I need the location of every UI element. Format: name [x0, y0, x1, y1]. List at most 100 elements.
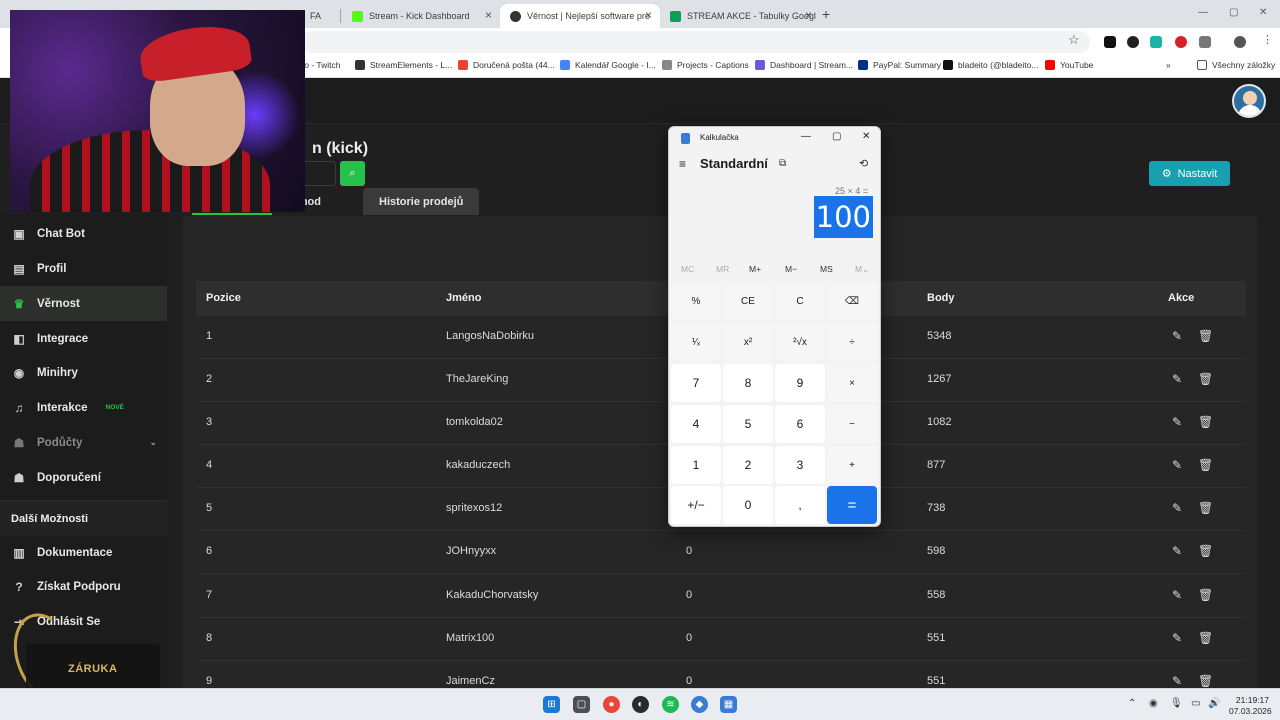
digit-8-key[interactable]: 8 — [723, 364, 773, 402]
digit-7-key[interactable]: 7 — [671, 364, 721, 402]
clear-entry-key[interactable]: CE — [723, 282, 773, 320]
minimize-icon[interactable]: — — [1198, 7, 1208, 18]
edit-icon[interactable]: ✎ — [1172, 588, 1182, 602]
decimal-key[interactable]: , — [775, 486, 825, 524]
history-icon[interactable]: ⟲ — [859, 157, 868, 170]
sidebar-item-poducty[interactable]: ☗ Podůčty ⌄ — [0, 425, 167, 460]
memory-list-button[interactable]: M⌄ — [855, 264, 869, 275]
taskbar-clock[interactable]: 21:19:17 07.03.2026 — [1229, 695, 1272, 717]
square-root-key[interactable]: ²√x — [775, 323, 825, 361]
digit-6-key[interactable]: 6 — [775, 405, 825, 443]
menu-dots-icon[interactable]: ⋮ — [1262, 33, 1274, 46]
calculator-titlebar[interactable]: Kalkulačka — ▢ ✕ — [669, 127, 880, 149]
digit-1-key[interactable]: 1 — [671, 446, 721, 484]
percent-key[interactable]: % — [671, 282, 721, 320]
edit-icon[interactable]: ✎ — [1172, 415, 1182, 429]
bookmark-item[interactable]: YouTube — [1045, 60, 1093, 70]
app-icon[interactable]: ◆ — [691, 696, 708, 713]
divide-key[interactable]: ÷ — [827, 323, 877, 361]
trash-icon[interactable]: 🗑 — [1198, 588, 1213, 602]
bookmark-item[interactable]: PayPal: Summary — [858, 60, 941, 70]
close-tab-icon[interactable]: × — [805, 8, 812, 22]
close-icon[interactable]: ✕ — [862, 131, 870, 142]
square-key[interactable]: x² — [723, 323, 773, 361]
sidebar-item-chat-bot[interactable]: ▣ Chat Bot — [0, 216, 167, 251]
bookmark-item[interactable]: ito - Twitch — [300, 60, 340, 70]
edit-icon[interactable]: ✎ — [1172, 372, 1182, 386]
multiply-key[interactable]: × — [827, 364, 877, 402]
digit-3-key[interactable]: 3 — [775, 446, 825, 484]
puzzle-icon[interactable] — [1199, 36, 1211, 48]
digit-5-key[interactable]: 5 — [723, 405, 773, 443]
digit-9-key[interactable]: 9 — [775, 364, 825, 402]
edit-icon[interactable]: ✎ — [1172, 674, 1182, 688]
calculator-taskbar-icon[interactable]: ▦ — [720, 696, 737, 713]
trash-icon[interactable]: 🗑 — [1198, 544, 1213, 558]
address-bar[interactable] — [300, 31, 1090, 53]
column-header-jmeno[interactable]: Jméno — [446, 292, 481, 304]
minimize-icon[interactable]: — — [801, 131, 811, 142]
negate-key[interactable]: +/− — [671, 486, 721, 524]
sidebar-item-profil[interactable]: ▤ Profil — [0, 251, 167, 286]
keep-on-top-icon[interactable]: ⧉ — [779, 158, 786, 169]
user-avatar[interactable] — [1232, 84, 1266, 118]
maximize-icon[interactable]: ▢ — [1229, 7, 1238, 18]
setup-button[interactable]: ⚙ Nastavit — [1149, 161, 1230, 186]
memory-store-button[interactable]: MS — [820, 264, 833, 274]
digit-0-key[interactable]: 0 — [723, 486, 773, 524]
sidebar-item-minihry[interactable]: ◉ Minihry — [0, 355, 167, 390]
memory-recall-button[interactable]: MR — [716, 264, 729, 274]
sidebar-item-vernost[interactable]: ♛ Věrnost — [0, 286, 167, 321]
column-header-pozice[interactable]: Pozice — [206, 292, 241, 304]
browser-tab-active[interactable]: Věrnost | Nejlepší software pro × — [500, 4, 660, 28]
trash-icon[interactable]: 🗑 — [1198, 372, 1213, 386]
sidebar-item-podpora[interactable]: ? Získat Podporu — [0, 569, 167, 604]
edit-icon[interactable]: ✎ — [1172, 631, 1182, 645]
edit-icon[interactable]: ✎ — [1172, 544, 1182, 558]
browser-tab[interactable]: STREAM AKCE - Tabulky Googl × — [660, 4, 820, 28]
spotify-icon[interactable]: ≋ — [662, 696, 679, 713]
trash-icon[interactable]: 🗑 — [1198, 458, 1213, 472]
bookmark-item[interactable]: Projects - Captions — [662, 60, 749, 70]
extension-icon[interactable] — [1150, 36, 1162, 48]
trash-icon[interactable]: 🗑 — [1198, 329, 1213, 343]
clear-key[interactable]: C — [775, 282, 825, 320]
maximize-icon[interactable]: ▢ — [832, 131, 841, 142]
edit-icon[interactable]: ✎ — [1172, 458, 1182, 472]
tab-sales-history[interactable]: Historie prodejů — [363, 188, 480, 215]
trash-icon[interactable]: 🗑 — [1198, 631, 1213, 645]
trash-icon[interactable]: 🗑 — [1198, 674, 1213, 688]
digit-4-key[interactable]: 4 — [671, 405, 721, 443]
bookmark-item[interactable]: Kalendář Google - I... — [560, 60, 656, 70]
memory-clear-button[interactable]: MC — [681, 264, 694, 274]
browser-tab[interactable]: FA — [300, 4, 340, 28]
close-window-icon[interactable]: ✕ — [1259, 7, 1267, 18]
edit-icon[interactable]: ✎ — [1172, 501, 1182, 515]
edit-icon[interactable]: ✎ — [1172, 329, 1182, 343]
trash-icon[interactable]: 🗑 — [1198, 501, 1213, 515]
bookmark-star-icon[interactable]: ☆ — [1068, 32, 1080, 48]
digit-2-key[interactable]: 2 — [723, 446, 773, 484]
volume-icon[interactable]: 🔊 — [1208, 698, 1220, 709]
browser-tab[interactable]: Stream - Kick Dashboard × — [342, 4, 500, 28]
close-tab-icon[interactable]: × — [485, 8, 492, 22]
extension-icon[interactable] — [1175, 36, 1187, 48]
chrome-icon[interactable]: ● — [603, 696, 620, 713]
close-tab-icon[interactable]: × — [645, 8, 652, 22]
bookmark-item[interactable]: Doručená pošta (44... — [458, 60, 555, 70]
sidebar-item-dokumentace[interactable]: ▥ Dokumentace — [0, 535, 167, 570]
sidebar-item-integrace[interactable]: ◧ Integrace — [0, 321, 167, 356]
tray-expand-icon[interactable]: ⌃ — [1128, 698, 1136, 709]
subtract-key[interactable]: − — [827, 405, 877, 443]
network-icon[interactable]: ▭ — [1191, 698, 1200, 709]
bookmark-item[interactable]: StreamElements - L... — [355, 60, 452, 70]
reciprocal-key[interactable]: ¹⁄ₓ — [671, 323, 721, 361]
extension-icon[interactable] — [1104, 36, 1116, 48]
task-view-icon[interactable]: ▢ — [573, 696, 590, 713]
sidebar-item-interakce[interactable]: ♫ Interakce NOVÉ — [0, 390, 167, 425]
new-tab-button[interactable]: + — [822, 6, 830, 22]
add-key[interactable]: + — [827, 446, 877, 484]
bookmark-item[interactable]: bladeito (@bladeito... — [943, 60, 1038, 70]
column-header-body[interactable]: Body — [927, 292, 955, 304]
bookmark-item[interactable]: Dashboard | Stream... — [755, 60, 853, 70]
